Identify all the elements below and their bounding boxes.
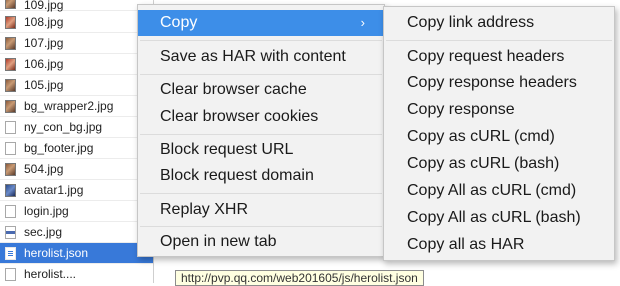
request-name: bg_footer.jpg <box>24 141 94 155</box>
request-row-avatar1[interactable]: avatar1.jpg <box>0 180 153 201</box>
menu-item-copy-curl-bash[interactable]: Copy as cURL (bash) <box>384 151 614 177</box>
menu-separator <box>140 40 382 41</box>
request-row-login[interactable]: login.jpg <box>0 201 153 222</box>
request-name: sec.jpg <box>24 225 63 239</box>
menu-item-label: Copy All as cURL (cmd) <box>407 182 577 199</box>
image-icon <box>5 79 16 92</box>
menu-item-clear-cookies[interactable]: Clear browser cookies <box>138 104 384 130</box>
menu-item-clear-cache[interactable]: Clear browser cache <box>138 77 384 103</box>
request-row-herolist-selected[interactable]: herolist.json <box>0 243 153 264</box>
menu-item-label: Copy <box>160 14 198 31</box>
request-row-107[interactable]: 107.jpg <box>0 33 153 54</box>
image-icon <box>5 58 16 71</box>
menu-item-label: Block request URL <box>160 141 294 158</box>
request-name: herolist.json <box>24 246 89 260</box>
request-row-bg-wrapper2[interactable]: bg_wrapper2.jpg <box>0 96 153 117</box>
request-name: herolist.... <box>24 267 77 281</box>
menu-item-label: Save as HAR with content <box>160 48 346 65</box>
request-row-108[interactable]: 108.jpg <box>0 12 153 33</box>
request-name: 109.jpg <box>24 0 64 12</box>
request-row-504[interactable]: 504.jpg <box>0 159 153 180</box>
document-icon <box>5 268 16 281</box>
document-icon <box>5 205 16 218</box>
image-icon <box>5 37 16 50</box>
menu-item-label: Copy as cURL (bash) <box>407 155 560 172</box>
request-name: bg_wrapper2.jpg <box>24 99 114 113</box>
network-request-list: 109.jpg 108.jpg 107.jpg 106.jpg 105.jpg … <box>0 0 154 283</box>
image-icon <box>5 16 16 29</box>
menu-item-label: Copy all as HAR <box>407 236 525 253</box>
request-row-109[interactable]: 109.jpg <box>0 0 153 11</box>
menu-item-label: Block request domain <box>160 167 314 184</box>
request-name: 108.jpg <box>24 15 64 29</box>
menu-item-label: Copy response <box>407 101 515 118</box>
request-name: 107.jpg <box>24 36 64 50</box>
menu-separator <box>140 193 382 194</box>
menu-item-label: Copy link address <box>407 14 535 31</box>
menu-separator <box>140 134 382 135</box>
request-name: 106.jpg <box>24 57 64 71</box>
menu-item-save-as-har[interactable]: Save as HAR with content <box>138 44 384 70</box>
request-row-ny-con-bg[interactable]: ny_con_bg.jpg <box>0 117 153 138</box>
image-icon <box>5 0 16 9</box>
request-name: login.jpg <box>24 204 69 218</box>
menu-item-copy-link-address[interactable]: Copy link address <box>384 10 614 36</box>
image-icon <box>5 100 16 113</box>
request-name: 504.jpg <box>24 162 64 176</box>
menu-item-replay-xhr[interactable]: Replay XHR <box>138 197 384 223</box>
menu-item-label: Copy All as cURL (bash) <box>407 209 581 226</box>
menu-item-copy-all-curl-bash[interactable]: Copy All as cURL (bash) <box>384 205 614 231</box>
menu-item-copy-all-curl-cmd[interactable]: Copy All as cURL (cmd) <box>384 178 614 204</box>
menu-item-label: Open in new tab <box>160 233 277 250</box>
menu-item-open-new-tab[interactable]: Open in new tab <box>138 229 384 255</box>
menu-item-label: Copy response headers <box>407 74 577 91</box>
copy-submenu: Copy link address Copy request headers C… <box>383 6 615 261</box>
menu-item-label: Copy request headers <box>407 48 565 65</box>
url-tooltip: http://pvp.qq.com/web201605/js/herolist.… <box>175 270 424 286</box>
menu-separator <box>140 74 382 75</box>
json-icon <box>5 247 16 260</box>
menu-item-copy[interactable]: Copy › <box>138 10 384 36</box>
request-row-106[interactable]: 106.jpg <box>0 54 153 75</box>
menu-item-block-domain[interactable]: Block request domain <box>138 163 384 189</box>
image-icon <box>5 163 16 176</box>
menu-item-label: Copy as cURL (cmd) <box>407 128 555 145</box>
request-row-105[interactable]: 105.jpg <box>0 75 153 96</box>
document-icon <box>5 142 16 155</box>
menu-item-label: Clear browser cookies <box>160 108 319 125</box>
menu-item-label: Replay XHR <box>160 201 249 218</box>
document-icon <box>5 121 16 134</box>
menu-separator <box>386 40 612 41</box>
menu-item-copy-response-headers[interactable]: Copy response headers <box>384 70 614 96</box>
image-icon <box>5 184 16 197</box>
menu-separator <box>140 226 382 227</box>
request-row-partial[interactable]: herolist.... <box>0 264 153 283</box>
menu-item-block-url[interactable]: Block request URL <box>138 137 384 163</box>
menu-item-label: Clear browser cache <box>160 81 307 98</box>
context-menu: Copy › Save as HAR with content Clear br… <box>137 4 385 257</box>
request-name: ny_con_bg.jpg <box>24 120 103 134</box>
request-row-sec[interactable]: sec.jpg <box>0 222 153 243</box>
menu-item-copy-curl-cmd[interactable]: Copy as cURL (cmd) <box>384 124 614 150</box>
chevron-right-icon: › <box>360 15 365 30</box>
document-icon <box>5 226 16 239</box>
request-name: avatar1.jpg <box>24 183 84 197</box>
menu-item-copy-response[interactable]: Copy response <box>384 97 614 123</box>
menu-item-copy-all-har[interactable]: Copy all as HAR <box>384 232 614 258</box>
request-row-bg-footer[interactable]: bg_footer.jpg <box>0 138 153 159</box>
request-name: 105.jpg <box>24 78 64 92</box>
menu-item-copy-request-headers[interactable]: Copy request headers <box>384 44 614 70</box>
